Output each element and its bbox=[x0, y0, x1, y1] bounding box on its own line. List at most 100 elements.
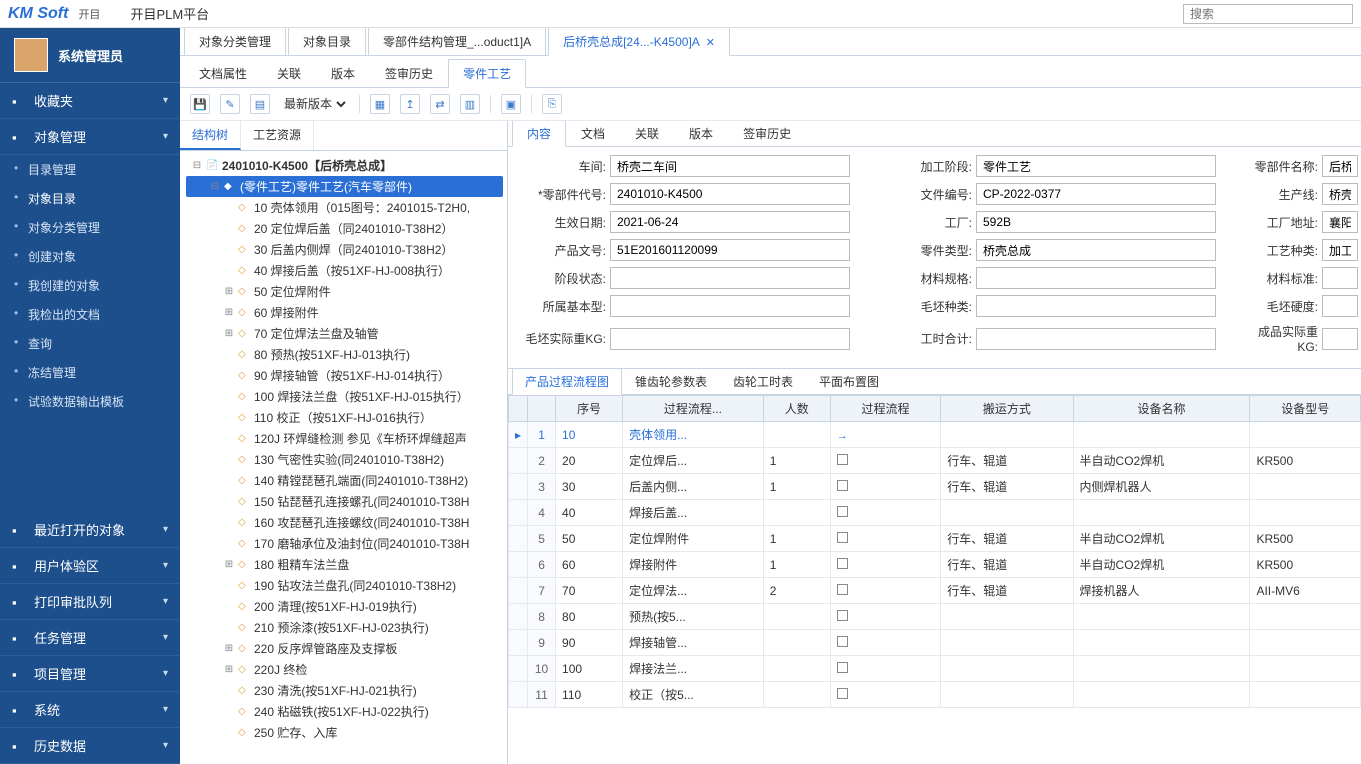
top-tabs-item[interactable]: 对象目录 bbox=[288, 28, 366, 55]
nav-section-star[interactable]: ▪收藏夹▾ bbox=[0, 83, 180, 119]
addr-input[interactable] bbox=[1322, 211, 1358, 233]
sub-tabs-item[interactable]: 零件工艺 bbox=[448, 59, 526, 88]
grid-header[interactable]: 设备名称 bbox=[1073, 396, 1250, 422]
tool-up-icon[interactable]: ↥ bbox=[400, 94, 420, 114]
tree-node[interactable]: ⊟◆(零件工艺)零件工艺(汽车零部件) bbox=[186, 176, 503, 197]
rtabs-item[interactable]: 文档 bbox=[566, 121, 620, 146]
tree-node[interactable]: ⊞◇220J 终检 bbox=[186, 659, 503, 680]
nav-section-gear[interactable]: ▪系统▾ bbox=[0, 692, 180, 728]
tree-node[interactable]: ◇250 贮存、入库 bbox=[186, 722, 503, 743]
nav-section-db[interactable]: ▪对象管理▾ bbox=[0, 119, 180, 155]
table-row[interactable]: 6 60 焊接附件 1 行车、辊道 半自动CO2焊机 KR500 bbox=[509, 552, 1361, 578]
ltabs-item[interactable]: 结构树 bbox=[180, 121, 241, 150]
tree-node[interactable]: ◇110 校正（按51XF-HJ-016执行） bbox=[186, 407, 503, 428]
proctype-input[interactable] bbox=[1322, 239, 1358, 261]
tree-node[interactable]: ◇30 后盖内侧焊（同2401010-T38H2） bbox=[186, 239, 503, 260]
tree-node[interactable]: ◇10 壳体领用（015图号：2401015-T2H0, bbox=[186, 197, 503, 218]
stage-input[interactable] bbox=[976, 155, 1216, 177]
tree-node[interactable]: ⊟📄2401010-K4500【后桥壳总成】 bbox=[186, 155, 503, 176]
tool-db-icon[interactable]: ▤ bbox=[250, 94, 270, 114]
nav-section-grid[interactable]: ▪用户体验区▾ bbox=[0, 548, 180, 584]
table-row[interactable]: 5 50 定位焊附件 1 行车、辊道 半自动CO2焊机 KR500 bbox=[509, 526, 1361, 552]
nav-sub-item[interactable]: 试验数据输出模板 bbox=[0, 387, 180, 416]
rtabs-item[interactable]: 关联 bbox=[620, 121, 674, 146]
tree-node[interactable]: ◇90 焊接轴管（按51XF-HJ-014执行） bbox=[186, 365, 503, 386]
worktime-input[interactable] bbox=[976, 328, 1216, 350]
nav-sub-item[interactable]: 对象目录 bbox=[0, 184, 180, 213]
rtabs-item[interactable]: 签审历史 bbox=[728, 121, 806, 146]
sub-tabs-item[interactable]: 关联 bbox=[262, 59, 316, 87]
top-tabs-item[interactable]: 零部件结构管理_...oduct1]A bbox=[368, 28, 546, 55]
btabs-item[interactable]: 平面布置图 bbox=[806, 368, 892, 394]
tree-node[interactable]: ◇190 钻攻法兰盘孔(同2401010-T38H2) bbox=[186, 575, 503, 596]
effdate-input[interactable] bbox=[610, 211, 850, 233]
tree-node[interactable]: ⊞◇50 定位焊附件 bbox=[186, 281, 503, 302]
nav-sub-item[interactable]: 创建对象 bbox=[0, 242, 180, 271]
tree-node[interactable]: ◇170 磨轴承位及油封位(同2401010-T38H bbox=[186, 533, 503, 554]
tree-node[interactable]: ◇160 攻琵琶孔连接螺纹(同2401010-T38H bbox=[186, 512, 503, 533]
tree-expand-icon[interactable]: ⊞ bbox=[224, 286, 234, 297]
nav-section-hist[interactable]: ▪历史数据▾ bbox=[0, 728, 180, 764]
tree-expand-icon[interactable]: ⊞ bbox=[224, 664, 234, 675]
table-row[interactable]: 8 80 预热(按5... bbox=[509, 604, 1361, 630]
grid-header[interactable]: 过程流程 bbox=[830, 396, 941, 422]
rtabs-item[interactable]: 版本 bbox=[674, 121, 728, 146]
nav-sub-item[interactable]: 我检出的文档 bbox=[0, 300, 180, 329]
close-icon[interactable]: ✕ bbox=[706, 37, 715, 49]
tree-node[interactable]: ◇150 钻琵琶孔连接螺孔(同2401010-T38H bbox=[186, 491, 503, 512]
btabs-item[interactable]: 产品过程流程图 bbox=[512, 368, 622, 395]
blankwt-input[interactable] bbox=[610, 328, 850, 350]
table-row[interactable]: 9 90 焊接轴管... bbox=[509, 630, 1361, 656]
tree-node[interactable]: ⊞◇180 粗精车法兰盘 bbox=[186, 554, 503, 575]
workshop-input[interactable] bbox=[610, 155, 850, 177]
tree-expand-icon[interactable]: ⊞ bbox=[224, 559, 234, 570]
line-input[interactable] bbox=[1322, 183, 1358, 205]
tree-node[interactable]: ◇120J 环焊缝检测 参见《车桥环焊缝超声 bbox=[186, 428, 503, 449]
tool-copy-icon[interactable]: ⎘ bbox=[542, 94, 562, 114]
sub-tabs-item[interactable]: 签审历史 bbox=[370, 59, 448, 87]
blankhard-input[interactable] bbox=[1322, 295, 1358, 317]
nav-sub-item[interactable]: 目录管理 bbox=[0, 155, 180, 184]
tool-edit-icon[interactable]: ✎ bbox=[220, 94, 240, 114]
nav-sub-item[interactable]: 对象分类管理 bbox=[0, 213, 180, 242]
sub-tabs-item[interactable]: 文档属性 bbox=[184, 59, 262, 87]
tree-node[interactable]: ◇200 清理(按51XF-HJ-019执行) bbox=[186, 596, 503, 617]
grid-header[interactable]: 搬运方式 bbox=[941, 396, 1073, 422]
search-input[interactable] bbox=[1183, 4, 1353, 24]
tree-node[interactable]: ⊞◇220 反序焊管路座及支撑板 bbox=[186, 638, 503, 659]
tree-expand-icon[interactable]: ⊞ bbox=[224, 307, 234, 318]
tool-table-icon[interactable]: ▥ bbox=[460, 94, 480, 114]
tree-node[interactable]: ◇100 焊接法兰盘（按51XF-HJ-015执行） bbox=[186, 386, 503, 407]
table-row[interactable]: ▸ 1 10 壳体领用... → bbox=[509, 422, 1361, 448]
grid-header[interactable]: 序号 bbox=[556, 396, 623, 422]
nav-sub-item[interactable]: 冻结管理 bbox=[0, 358, 180, 387]
prodno-input[interactable] bbox=[610, 239, 850, 261]
nav-section-task[interactable]: ▪任务管理▾ bbox=[0, 620, 180, 656]
tree-expand-icon[interactable]: ⊞ bbox=[224, 328, 234, 339]
tree-node[interactable]: ⊞◇70 定位焊法兰盘及轴管 bbox=[186, 323, 503, 344]
btabs-item[interactable]: 齿轮工时表 bbox=[720, 368, 806, 394]
tree-node[interactable]: ◇240 粘磁铁(按51XF-HJ-022执行) bbox=[186, 701, 503, 722]
partname-input[interactable] bbox=[1322, 155, 1358, 177]
blanktype-input[interactable] bbox=[976, 295, 1216, 317]
rtabs-item[interactable]: 内容 bbox=[512, 121, 566, 147]
top-tabs-item[interactable]: 对象分类管理 bbox=[184, 28, 286, 55]
tool-save-icon[interactable]: 💾 bbox=[190, 94, 210, 114]
nav-sub-item[interactable]: 我创建的对象 bbox=[0, 271, 180, 300]
table-row[interactable]: 2 20 定位焊后... 1 行车、辊道 半自动CO2焊机 KR500 bbox=[509, 448, 1361, 474]
tool-view-icon[interactable]: ▣ bbox=[501, 94, 521, 114]
table-row[interactable]: 10 100 焊接法兰... bbox=[509, 656, 1361, 682]
sub-tabs-item[interactable]: 版本 bbox=[316, 59, 370, 87]
grid-header[interactable]: 人数 bbox=[763, 396, 830, 422]
partcode-input[interactable] bbox=[610, 183, 850, 205]
tree-node[interactable]: ◇140 精镗琵琶孔端面(同2401010-T38H2) bbox=[186, 470, 503, 491]
btabs-item[interactable]: 锥齿轮参数表 bbox=[622, 368, 720, 394]
table-row[interactable]: 3 30 后盖内侧... 1 行车、辊道 内侧焊机器人 bbox=[509, 474, 1361, 500]
nav-section-proj[interactable]: ▪项目管理▾ bbox=[0, 656, 180, 692]
nav-section-clock[interactable]: ▪最近打开的对象▾ bbox=[0, 512, 180, 548]
matstd-input[interactable] bbox=[1322, 267, 1358, 289]
top-tabs-item[interactable]: 后桥壳总成[24...-K4500]A✕ bbox=[548, 28, 730, 56]
tree-node[interactable]: ◇230 清洗(按51XF-HJ-021执行) bbox=[186, 680, 503, 701]
factory-input[interactable] bbox=[976, 211, 1216, 233]
tree-node[interactable]: ⊞◇60 焊接附件 bbox=[186, 302, 503, 323]
